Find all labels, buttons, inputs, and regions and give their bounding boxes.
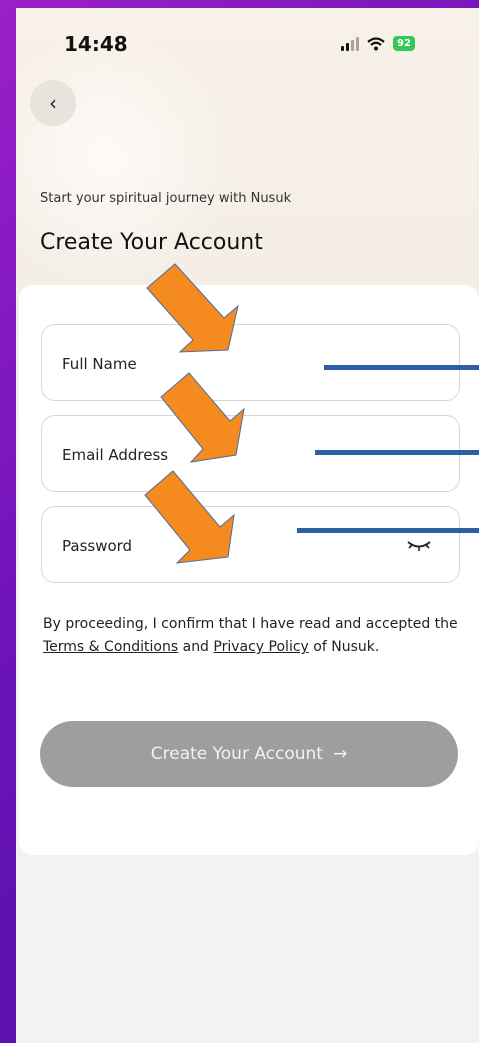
terms-suffix: of Nusuk. [313,639,380,655]
terms-text: By proceeding, I confirm that I have rea… [43,613,463,659]
email-field[interactable]: Email Address [41,415,460,492]
battery-icon: 92 [393,36,415,51]
email-label: Email Address [62,446,169,464]
back-button[interactable]: ‹ [30,80,76,126]
app-screen: 14:48 92 ‹ Start your spiritual journey … [16,8,479,1043]
terms-conditions-link[interactable]: Terms & Conditions [43,639,178,655]
password-label: Password [62,537,133,555]
eye-closed-icon[interactable] [405,537,433,553]
full-name-field[interactable]: Full Name [41,324,460,401]
privacy-policy-link[interactable]: Privacy Policy [213,639,308,655]
page-title: Create Your Account [40,230,263,255]
signal-icon [341,36,359,51]
page-subtitle: Start your spiritual journey with Nusuk [40,191,292,206]
arrow-right-icon: → [332,744,348,764]
terms-prefix: By proceeding, I confirm that I have rea… [43,616,458,632]
password-field[interactable]: Password [41,506,460,583]
create-account-label: Create Your Account [150,744,323,764]
create-account-button[interactable]: Create Your Account → [40,721,458,787]
status-icons: 92 [341,36,415,51]
battery-level: 92 [397,38,411,49]
wifi-icon [367,36,385,50]
status-time: 14:48 [64,32,128,56]
terms-and: and [182,639,209,655]
full-name-label: Full Name [62,355,137,373]
back-chevron-icon: ‹ [49,91,57,115]
